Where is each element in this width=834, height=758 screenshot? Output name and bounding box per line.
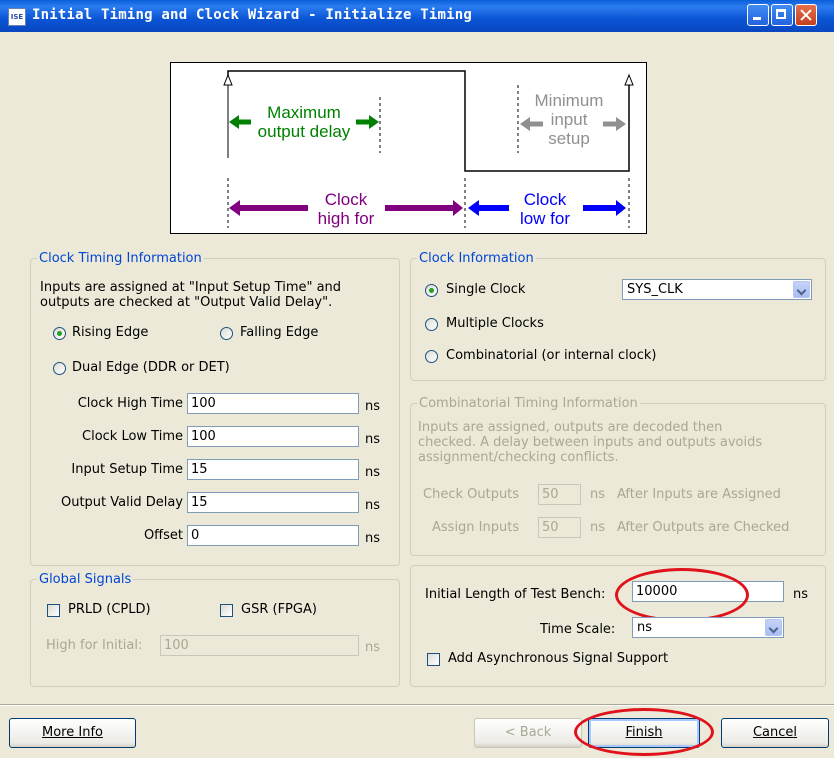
async-signal-label[interactable]: Add Asynchronous Signal Support (448, 651, 668, 666)
assign-inputs-suffix: After Outputs are Checked (617, 520, 790, 535)
clock-timing-legend: Clock Timing Information (39, 251, 202, 266)
global-signals-legend: Global Signals (39, 572, 132, 587)
window-title: Initial Timing and Clock Wizard - Initia… (32, 7, 473, 23)
title-bar[interactable]: ISE Initial Timing and Clock Wizard - In… (0, 0, 834, 32)
cancel-label: Cancel (752, 725, 798, 740)
timing-diagram: Maximum output delay Minimum input setup Cl… (170, 62, 647, 234)
combinatorial-radio[interactable] (425, 350, 438, 363)
clock-info-legend: Clock Information (419, 251, 534, 266)
clock-low-time-input[interactable]: 100 (187, 426, 359, 447)
finish-label: Finish (625, 725, 663, 740)
combinatorial-label[interactable]: Combinatorial (or internal clock) (446, 348, 656, 363)
rising-edge-radio[interactable] (53, 327, 66, 340)
back-button[interactable]: < Back (474, 718, 582, 748)
single-clock-radio[interactable] (425, 284, 438, 297)
clock-high-time-label: Clock High Time (77, 396, 183, 411)
clock-timing-description: Inputs are assigned at "Input Setup Time… (40, 280, 342, 310)
input-setup-time-input[interactable]: 15 (187, 459, 359, 480)
assign-inputs-unit: ns (590, 520, 606, 535)
offset-label: Offset (143, 528, 183, 543)
high-for-initial-input[interactable]: 100 (160, 635, 359, 656)
multiple-clocks-radio[interactable] (425, 318, 438, 331)
comb-timing-description: Inputs are assigned, outputs are decoded… (418, 420, 763, 465)
input-setup-time-label: Input Setup Time (71, 462, 183, 477)
comb-timing-legend: Combinatorial Timing Information (419, 396, 638, 411)
check-outputs-label: Check Outputs (423, 487, 520, 502)
global-signals-group: Global Signals (30, 572, 400, 687)
high-for-initial-unit: ns (365, 640, 381, 655)
prld-label[interactable]: PRLD (CPLD) (68, 602, 151, 617)
more-info-label: More Info (42, 725, 103, 740)
clock-high-time-input[interactable]: 100 (187, 393, 359, 414)
clock-select-value: SYS_CLK (627, 282, 683, 297)
close-button[interactable] (795, 4, 817, 26)
dual-edge-radio[interactable] (53, 362, 66, 375)
clock-high-time-unit: ns (365, 399, 381, 414)
check-outputs-unit: ns (590, 487, 606, 502)
rising-edge-label[interactable]: Rising Edge (72, 325, 148, 340)
clock-low-for-label: Clock low for (519, 190, 571, 228)
prld-checkbox[interactable] (47, 604, 60, 617)
check-outputs-suffix: After Inputs are Assigned (617, 487, 781, 502)
wizard-window: ISE Initial Timing and Clock Wizard - In… (0, 0, 834, 758)
gsr-checkbox[interactable] (220, 604, 233, 617)
footer-divider-highlight (0, 705, 834, 706)
clock-low-time-unit: ns (365, 432, 381, 447)
falling-edge-radio[interactable] (220, 327, 233, 340)
clock-select[interactable]: SYS_CLK (622, 279, 812, 300)
ise-app-icon: ISE (8, 8, 26, 26)
gsr-label[interactable]: GSR (FPGA) (241, 602, 317, 617)
test-bench-length-input[interactable]: 10000 (632, 581, 784, 602)
assign-inputs-label: Assign Inputs (432, 520, 520, 535)
assign-inputs-input[interactable]: 50 (538, 517, 581, 538)
output-valid-delay-unit: ns (365, 498, 381, 513)
output-valid-delay-label: Output Valid Delay (60, 495, 183, 510)
clock-high-for-label: Clock high for (317, 190, 375, 228)
falling-edge-label[interactable]: Falling Edge (240, 325, 318, 340)
minimize-button[interactable] (747, 4, 769, 26)
finish-button[interactable]: Finish (588, 718, 700, 748)
min-input-setup-label: Minimum input setup (534, 91, 604, 148)
clock-low-time-label: Clock Low Time (82, 429, 183, 444)
max-output-delay-label: Maximum output delay (257, 103, 351, 141)
async-signal-checkbox[interactable] (427, 653, 440, 666)
high-for-initial-label: High for Initial: (46, 638, 143, 653)
time-scale-select[interactable]: ns (632, 617, 784, 638)
test-bench-length-unit: ns (793, 587, 809, 602)
more-info-button[interactable]: More Info (9, 718, 136, 748)
multiple-clocks-label[interactable]: Multiple Clocks (446, 316, 544, 331)
cancel-button[interactable]: Cancel (721, 718, 829, 748)
output-valid-delay-input[interactable]: 15 (187, 492, 359, 513)
chevron-down-icon[interactable] (765, 619, 782, 636)
back-label: < Back (504, 725, 552, 740)
time-scale-label: Time Scale: (540, 622, 616, 637)
maximize-button[interactable] (771, 4, 793, 26)
chevron-down-icon[interactable] (793, 281, 810, 298)
offset-unit: ns (365, 531, 381, 546)
input-setup-time-unit: ns (365, 465, 381, 480)
offset-input[interactable]: 0 (187, 525, 359, 546)
test-bench-length-label: Initial Length of Test Bench: (425, 587, 606, 602)
time-scale-value: ns (637, 620, 653, 635)
single-clock-label[interactable]: Single Clock (446, 282, 525, 297)
dual-edge-label[interactable]: Dual Edge (DDR or DET) (72, 360, 230, 375)
check-outputs-input[interactable]: 50 (538, 484, 581, 505)
